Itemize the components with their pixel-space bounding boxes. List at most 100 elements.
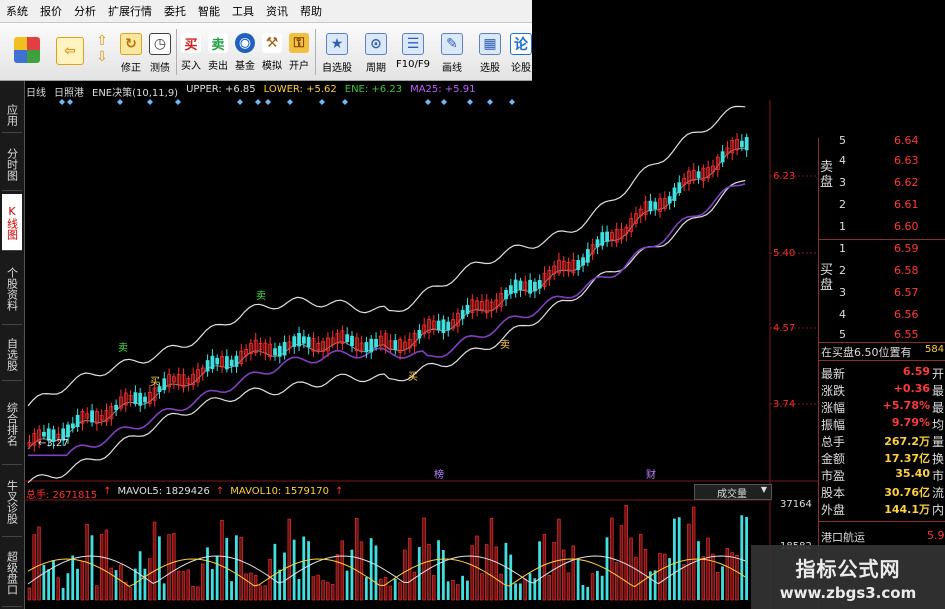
- volume-bar: [653, 570, 657, 600]
- volume-bar: [355, 517, 359, 601]
- stat-value: 144.1万: [884, 503, 930, 516]
- ene-bands: [27, 105, 746, 484]
- stat-key: 振幅: [821, 418, 846, 432]
- volume-bar: [461, 575, 464, 600]
- candle-body: [393, 340, 398, 350]
- stat-key-2: 市: [931, 469, 944, 483]
- volume-bar: [571, 545, 576, 601]
- volume-bar: [451, 579, 455, 601]
- volume-bar: [403, 549, 407, 601]
- bid-level: 2: [839, 264, 846, 277]
- watermark-title: 指标公式网: [795, 557, 901, 581]
- divider: [819, 342, 945, 343]
- volume-bar: [441, 550, 445, 600]
- volume-bar: [547, 575, 551, 601]
- volume-bar: [721, 566, 724, 600]
- candle-body: [133, 392, 138, 405]
- kline-chart[interactable]: [0, 0, 945, 609]
- volume-bar: [176, 570, 181, 601]
- volume-bar: [466, 580, 469, 600]
- bid-row-2[interactable]: 2 6.58: [819, 264, 945, 283]
- volume-bar: [210, 569, 214, 600]
- volume-bar: [561, 549, 566, 601]
- candle-body: [138, 392, 143, 406]
- candle-body: [677, 182, 682, 194]
- stat-value: +5.78%: [882, 399, 930, 412]
- ask-price: 6.64: [894, 134, 919, 147]
- ask-row-2[interactable]: 2 6.61: [819, 198, 945, 217]
- volume-bar: [244, 573, 248, 601]
- candle-body: [282, 342, 287, 356]
- candle-body: [672, 187, 677, 201]
- ask-row-1[interactable]: 1 6.60: [819, 220, 945, 239]
- volume-bar: [345, 570, 349, 600]
- bid-level: 5: [839, 328, 846, 341]
- bid-position-line: 在买盘6.50位置有: [821, 346, 912, 359]
- event-marker[interactable]: 财: [646, 466, 656, 481]
- volume-bar: [196, 586, 200, 601]
- bid-row-3[interactable]: 3 6.57: [819, 286, 945, 305]
- stat-row-outer: 外盘 144.1万内: [821, 501, 944, 517]
- volume-bar: [37, 526, 41, 601]
- sector-name[interactable]: 港口航运: [821, 529, 865, 545]
- candle-body: [441, 319, 446, 334]
- stat-row-change-pct: 涨幅 +5.78% 最: [821, 399, 944, 415]
- volume-bar: [581, 584, 585, 600]
- bid-row-4[interactable]: 4 6.56: [819, 308, 945, 327]
- volume-bar: [316, 574, 320, 601]
- stat-key: 外盘: [821, 503, 846, 517]
- volume-bar: [432, 575, 436, 601]
- sell-signal-label: 卖: [500, 340, 510, 351]
- volume-bar: [514, 583, 517, 600]
- ask-row-5[interactable]: 5 6.64: [819, 134, 945, 153]
- sell-signal-label: 卖: [256, 291, 266, 302]
- price-tick-2: 5.40: [773, 248, 796, 259]
- volume-bar: [499, 573, 503, 601]
- volume-bar: [292, 539, 296, 600]
- candle-body: [508, 285, 513, 295]
- candle-body: [576, 260, 581, 270]
- volume-bar: [586, 586, 590, 600]
- volume-bar: [489, 517, 494, 601]
- candle-body: [364, 342, 369, 353]
- volume-bar: [95, 585, 99, 601]
- divider: [819, 360, 945, 361]
- buy-signal-label: 买: [408, 372, 418, 383]
- volume-bar: [422, 517, 426, 601]
- volume-bar: [104, 529, 109, 601]
- up-arrow-icon: ↑: [215, 486, 225, 497]
- volume-bar: [528, 573, 532, 600]
- buy-signal-label: 买: [150, 377, 160, 388]
- stat-key: 最新: [821, 367, 846, 381]
- bid-price: 6.57: [894, 286, 919, 299]
- volume-bar: [369, 538, 373, 600]
- volume-bar: [239, 536, 243, 601]
- bid-price: 6.58: [894, 264, 919, 277]
- stat-key-2: 开: [931, 367, 944, 381]
- ask-row-4[interactable]: 4 6.63: [819, 154, 945, 173]
- stat-value: 6.59: [902, 365, 930, 378]
- signal-diamond-marker: [342, 99, 348, 105]
- volume-bar: [427, 543, 431, 601]
- stat-key-2: 量: [931, 435, 944, 449]
- volume-bar: [538, 541, 542, 600]
- candle-body: [460, 309, 465, 319]
- candlesticks: [27, 133, 749, 452]
- event-marker[interactable]: 榜: [434, 466, 444, 481]
- price-tick-1: 6.23: [773, 171, 796, 182]
- candle-body: [720, 151, 725, 163]
- bid-row-1[interactable]: 1 6.59: [819, 242, 945, 261]
- signal-diamond-marker: [487, 99, 493, 105]
- volume-bar: [480, 573, 484, 601]
- stat-key: 涨幅: [821, 401, 846, 415]
- candle-body: [369, 338, 374, 353]
- candle-body: [292, 336, 297, 347]
- ask-price: 6.61: [894, 198, 919, 211]
- volume-bar: [359, 541, 364, 601]
- volume-bar: [114, 570, 118, 600]
- candle-body: [605, 231, 609, 242]
- volume-indicator-select[interactable]: 成交量 ▼: [694, 484, 772, 500]
- volume-bar: [706, 537, 710, 601]
- ask-row-3[interactable]: 3 6.62: [819, 176, 945, 195]
- volume-bar: [253, 574, 258, 601]
